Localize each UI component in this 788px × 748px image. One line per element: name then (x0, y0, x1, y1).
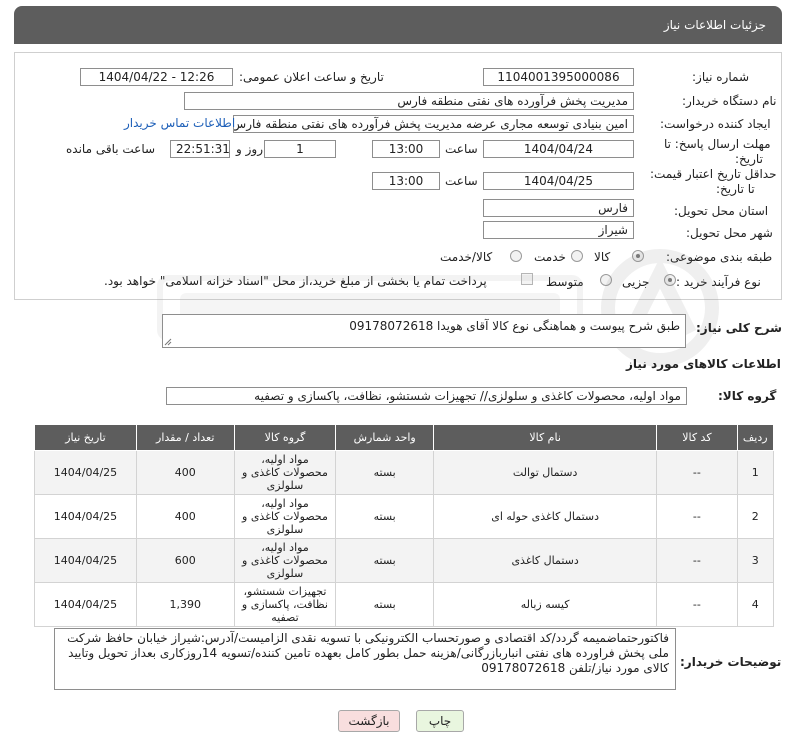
buyer-contact-link[interactable]: اطلاعات تماس خریدار (124, 116, 235, 130)
buyer-notes-field[interactable]: فاکتورحتماضمیمه گردد/کد اقتصادی و صورتحس… (54, 628, 676, 690)
summary-field[interactable]: طبق شرح پیوست و هماهنگی نوع کالا آقای هو… (162, 314, 686, 348)
cell-unit: بسته (335, 538, 434, 583)
need-number-field[interactable]: 1104001395000086 (483, 68, 634, 86)
request-creator-field[interactable]: امین بنیادی توسعه مجاری عرضه مدیریت پخش … (233, 115, 634, 133)
back-button[interactable]: بازگشت (338, 710, 400, 732)
cell-name: دستمال توالت (432, 450, 658, 495)
col-header-index: ردیف (736, 424, 774, 451)
province-label: استان محل تحویل: (674, 204, 769, 218)
goods-group-label: گروه کالا: (718, 389, 777, 403)
buyer-name-label: نام دستگاه خریدار: (682, 94, 777, 108)
request-creator-label: ایجاد کننده درخواست: (660, 117, 771, 131)
cell-group: تجهیزات شستشو، نظافت، پاکسازی و تصفیه (233, 582, 337, 627)
cell-unit: بسته (335, 582, 434, 627)
cell-date: 1404/04/25 (34, 450, 137, 495)
print-button[interactable]: چاپ (416, 710, 464, 732)
process-medium-radio[interactable] (600, 274, 612, 286)
col-header-qty: تعداد / مقدار (135, 424, 235, 451)
cell-qty: 1,390 (135, 582, 235, 627)
remaining-time-field[interactable]: 22:51:31 (170, 140, 230, 158)
resize-grip-icon[interactable] (164, 338, 172, 346)
cell-name: کیسه زباله (432, 582, 658, 627)
category-goods-radio[interactable] (632, 250, 644, 262)
validity-date-field[interactable]: 1404/04/25 (483, 172, 634, 190)
cell-name: دستمال کاغذی حوله ای (432, 494, 658, 539)
cell-code: -- (656, 450, 738, 495)
city-field[interactable]: شیراز (483, 221, 634, 239)
announce-datetime-label: تاریخ و ساعت اعلان عمومی: (239, 70, 384, 84)
days-label: روز و (236, 142, 263, 156)
cell-qty: 400 (135, 494, 235, 539)
table-row[interactable]: 4 -- کیسه زباله بسته تجهیزات شستشو، نظاف… (34, 582, 774, 627)
table-row[interactable]: 1 -- دستمال توالت بسته مواد اولیه، محصول… (34, 450, 774, 495)
cell-qty: 400 (135, 450, 235, 495)
buyer-notes-label: توضیحات خریدار: (680, 655, 782, 669)
table-row[interactable]: 3 -- دستمال کاغذی بسته مواد اولیه، محصول… (34, 538, 774, 583)
col-header-date: تاریخ نیاز (34, 424, 137, 451)
cell-code: -- (656, 582, 738, 627)
validity-time-field[interactable]: 13:00 (372, 172, 440, 190)
treasury-payment-checkbox[interactable] (521, 273, 533, 285)
category-goods-service-label: کالا/خدمت (440, 250, 493, 264)
process-medium-label: متوسط (546, 275, 584, 289)
category-goods-label: کالا (594, 250, 611, 264)
city-label: شهر محل تحویل: (686, 226, 773, 240)
remaining-time-label: ساعت باقی مانده (66, 142, 156, 156)
category-label: طبقه بندی موضوعی: (666, 250, 773, 264)
cell-date: 1404/04/25 (34, 494, 137, 539)
cell-name: دستمال کاغذی (432, 538, 658, 583)
cell-code: -- (656, 538, 738, 583)
cell-index: 1 (736, 450, 774, 495)
announce-datetime-field[interactable]: 1404/04/22 - 12:26 (80, 68, 233, 86)
cell-unit: بسته (335, 494, 434, 539)
cell-date: 1404/04/25 (34, 538, 137, 583)
validity-time-label: ساعت (445, 174, 478, 188)
price-validity-label: حداقل تاریخ اعتبار قیمت: (650, 167, 777, 181)
deadline-time-field[interactable]: 13:00 (372, 140, 440, 158)
cell-index: 3 (736, 538, 774, 583)
col-header-name: نام کالا (432, 424, 658, 451)
cell-group: مواد اولیه، محصولات کاغذی و سلولزی (233, 494, 337, 539)
deadline-date-field[interactable]: 1404/04/24 (483, 140, 634, 158)
province-field[interactable]: فارس (483, 199, 634, 217)
cell-code: -- (656, 494, 738, 539)
price-validity-label-2: تا تاریخ: (716, 182, 755, 196)
summary-label: شرح کلی نیاز: (696, 321, 782, 335)
remaining-days-field[interactable]: 1 (264, 140, 336, 158)
process-type-label: نوع فرآیند خرید : (676, 275, 761, 289)
table-header-row: ردیف کد کالا نام کالا واحد شمارش گروه کا… (34, 424, 774, 451)
col-header-unit: واحد شمارش (335, 424, 434, 451)
category-service-radio[interactable] (571, 250, 583, 262)
category-service-label: خدمت (534, 250, 566, 264)
cell-group: مواد اولیه، محصولات کاغذی و سلولزی (233, 538, 337, 583)
col-header-code: کد کالا (656, 424, 738, 451)
cell-index: 4 (736, 582, 774, 627)
buyer-name-field[interactable]: مدیریت پخش فرآورده های نفتی منطقه فارس (184, 92, 634, 110)
deadline-label-2: تاریخ: (735, 152, 763, 166)
table-row[interactable]: 2 -- دستمال کاغذی حوله ای بسته مواد اولی… (34, 494, 774, 539)
process-minor-radio[interactable] (664, 274, 676, 286)
treasury-payment-note: پرداخت تمام یا بخشی از مبلغ خرید،از محل … (104, 274, 487, 288)
cell-qty: 600 (135, 538, 235, 583)
col-header-group: گروه کالا (233, 424, 337, 451)
cell-group: مواد اولیه، محصولات کاغذی و سلولزی (233, 450, 337, 495)
page-title: جزئیات اطلاعات نیاز (663, 18, 766, 32)
cell-unit: بسته (335, 450, 434, 495)
need-number-label: شماره نیاز: (692, 70, 749, 84)
cell-date: 1404/04/25 (34, 582, 137, 627)
goods-section-title: اطلاعات کالاهای مورد نیاز (626, 357, 781, 371)
goods-group-field[interactable]: مواد اولیه، محصولات کاغذی و سلولزی// تجه… (166, 387, 687, 405)
category-goods-service-radio[interactable] (510, 250, 522, 262)
deadline-time-label: ساعت (445, 142, 478, 156)
cell-index: 2 (736, 494, 774, 539)
page-header: جزئیات اطلاعات نیاز (14, 6, 782, 44)
goods-table: ردیف کد کالا نام کالا واحد شمارش گروه کا… (34, 424, 774, 627)
process-minor-label: جزیی (622, 275, 650, 289)
deadline-label: مهلت ارسال پاسخ: تا (664, 137, 771, 151)
